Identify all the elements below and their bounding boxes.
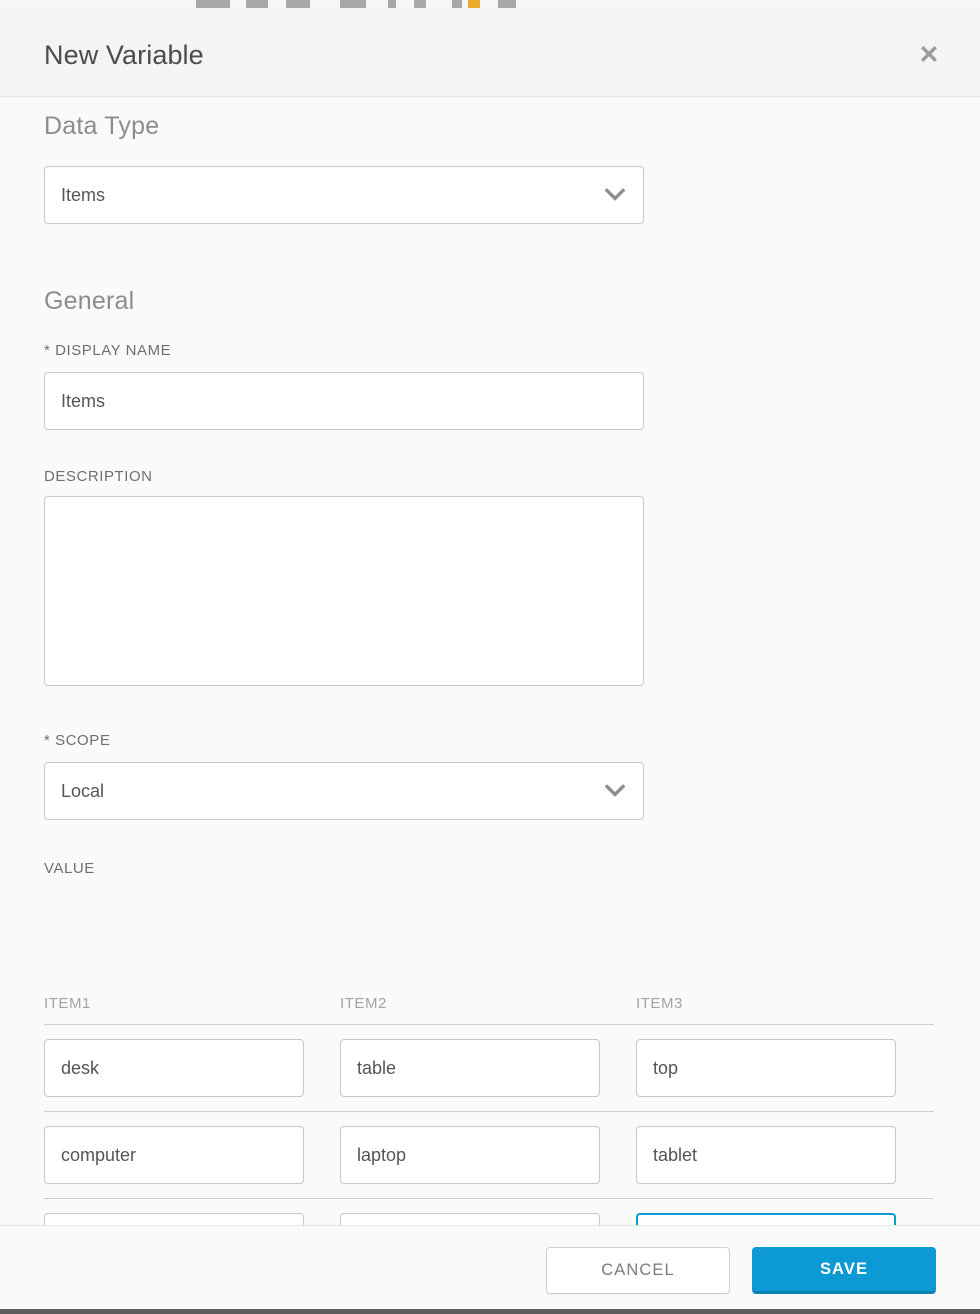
column-header-item3: ITEM3 — [636, 995, 683, 1012]
dialog-body: Data Type Items General * DISPLAY NAME I… — [0, 97, 980, 1225]
table-cell: table — [340, 1039, 636, 1097]
scope-select-value: Local — [61, 780, 105, 801]
value-input-text: top — [653, 1057, 679, 1078]
value-input-r0c0[interactable]: desk — [44, 1039, 304, 1097]
value-input-r1c2[interactable]: tablet — [636, 1126, 896, 1184]
table-cell: computer — [44, 1126, 340, 1184]
dialog-header: New Variable ✕ — [0, 8, 980, 97]
dialog-title: New Variable — [44, 40, 204, 70]
table-cell: keyboard — [340, 1213, 636, 1225]
table-cell: top — [636, 1039, 932, 1097]
section-heading-data-type: Data Type — [44, 112, 160, 140]
table-row: mouse keyboard scanner — [44, 1199, 934, 1225]
value-label: VALUE — [44, 860, 95, 877]
table-row: computer laptop tablet — [44, 1112, 934, 1199]
data-type-select[interactable]: Items — [44, 166, 644, 224]
scope-label: * SCOPE — [44, 732, 111, 749]
display-name-field[interactable]: Items — [44, 372, 644, 430]
value-table: ITEM1 ITEM2 ITEM3 desk table top compute… — [44, 995, 934, 1225]
cancel-button[interactable]: CANCEL — [546, 1246, 730, 1294]
close-icon[interactable]: ✕ — [912, 38, 946, 72]
value-input-r0c1[interactable]: table — [340, 1039, 600, 1097]
value-input-text: computer — [61, 1144, 137, 1165]
table-cell: desk — [44, 1039, 340, 1097]
value-input-text: desk — [61, 1057, 100, 1078]
value-input-r2c2[interactable]: scanner — [636, 1213, 896, 1225]
chevron-down-icon — [604, 784, 626, 798]
new-variable-dialog: New Variable ✕ Data Type Items General *… — [0, 8, 980, 1314]
description-textarea[interactable] — [44, 496, 644, 686]
value-input-r2c0[interactable]: mouse — [44, 1213, 304, 1225]
table-cell: tablet — [636, 1126, 932, 1184]
value-input-text: tablet — [653, 1144, 698, 1165]
value-input-text: table — [357, 1057, 397, 1078]
window-bottom-edge — [0, 1309, 980, 1314]
display-name-label: * DISPLAY NAME — [44, 342, 172, 359]
description-label: DESCRIPTION — [44, 468, 153, 485]
value-table-header: ITEM1 ITEM2 ITEM3 — [44, 995, 934, 1025]
section-heading-general: General — [44, 287, 135, 315]
value-input-r1c1[interactable]: laptop — [340, 1126, 600, 1184]
background-page-sliver — [0, 0, 980, 8]
save-button[interactable]: SAVE — [752, 1246, 936, 1294]
value-input-r1c0[interactable]: computer — [44, 1126, 304, 1184]
table-row: desk table top — [44, 1025, 934, 1112]
data-type-select-value: Items — [61, 184, 106, 205]
table-cell: scanner — [636, 1213, 932, 1225]
column-header-item2: ITEM2 — [340, 995, 387, 1012]
dialog-footer: CANCEL SAVE — [0, 1225, 980, 1314]
column-header-item1: ITEM1 — [44, 995, 91, 1012]
display-name-value: Items — [61, 390, 106, 411]
scope-select[interactable]: Local — [44, 762, 644, 820]
table-cell: mouse — [44, 1213, 340, 1225]
chevron-down-icon — [604, 188, 626, 202]
value-input-r0c2[interactable]: top — [636, 1039, 896, 1097]
value-input-text: laptop — [357, 1144, 407, 1165]
table-cell: laptop — [340, 1126, 636, 1184]
value-input-r2c1[interactable]: keyboard — [340, 1213, 600, 1225]
